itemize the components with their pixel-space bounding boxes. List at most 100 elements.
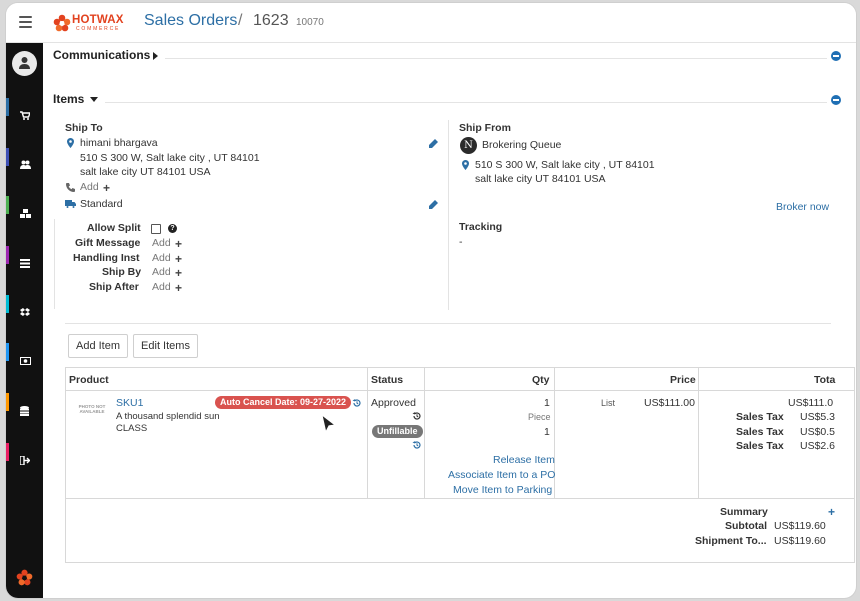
menu-icon[interactable] — [19, 16, 32, 28]
column-divider — [367, 368, 368, 498]
ship-to-label: Ship To — [65, 122, 103, 134]
truck-icon — [65, 200, 76, 208]
caret-down-icon — [90, 97, 98, 102]
associate-po-link[interactable]: Associate Item to a PO — [448, 469, 555, 481]
shipment-total-label: Shipment To... — [695, 535, 767, 547]
sign-out-icon[interactable] — [12, 450, 38, 472]
plus-icon[interactable]: + — [175, 282, 182, 294]
map-marker-icon — [67, 138, 74, 148]
divider — [105, 102, 827, 103]
gift-message-label: Gift Message — [75, 237, 141, 249]
section-title: Communications — [53, 48, 151, 62]
divider — [54, 219, 55, 309]
edit-items-button[interactable]: Edit Items — [133, 334, 198, 358]
map-marker-icon — [462, 160, 469, 170]
plus-icon[interactable]: + — [175, 253, 182, 265]
avatar[interactable] — [12, 51, 37, 76]
unfillable-badge: Unfillable — [372, 425, 423, 438]
add-item-button[interactable]: Add Item — [68, 334, 128, 358]
cart-icon[interactable] — [12, 105, 38, 127]
dropbox-icon[interactable] — [12, 302, 38, 324]
ship-from-facility: Brokering Queue — [482, 139, 562, 151]
allow-split-checkbox[interactable] — [151, 224, 161, 234]
logo-subtext: COMMERCE — [76, 26, 121, 32]
collapse-icon[interactable] — [831, 51, 841, 61]
database-icon[interactable] — [12, 400, 38, 422]
column-header-qty: Qty — [532, 374, 550, 386]
sidebar-accent — [6, 196, 9, 214]
flower-logo-icon — [53, 14, 71, 32]
external-order-id: 10070 — [296, 17, 324, 28]
broker-now-link[interactable]: Broker now — [776, 201, 829, 213]
edit-shipping-method-icon[interactable] — [428, 200, 438, 210]
sales-tax-label: Sales Tax — [736, 426, 784, 438]
phone-icon — [66, 183, 75, 192]
brand-logo[interactable]: HOTWAX COMMERCE — [53, 13, 123, 33]
sales-tax-label: Sales Tax — [736, 411, 784, 423]
sidebar-accent — [6, 295, 9, 313]
release-item-link[interactable]: Release Item — [493, 454, 555, 466]
money-icon[interactable] — [12, 351, 38, 373]
cubes-icon[interactable] — [12, 203, 38, 225]
item-qty: 1 — [544, 397, 550, 409]
shipment-total-value: US$119.60 — [774, 535, 826, 547]
sidebar-accent — [6, 148, 9, 166]
ship-to-name: himani bhargava — [80, 137, 158, 149]
gift-message-add[interactable]: Add — [152, 237, 171, 249]
sidebar-accent — [6, 343, 9, 361]
product-sku-link[interactable]: SKU1 — [116, 397, 143, 409]
plus-icon[interactable]: + — [103, 182, 110, 194]
subtotal-label: Subtotal — [725, 520, 767, 532]
user-icon — [19, 57, 30, 69]
ship-after-label: Ship After — [89, 281, 139, 293]
users-icon[interactable] — [12, 154, 38, 176]
history-icon[interactable] — [412, 440, 422, 450]
allow-split-label: Allow Split — [87, 222, 141, 234]
plus-icon[interactable]: + — [175, 267, 182, 279]
ship-from-label: Ship From — [459, 122, 511, 134]
product-class: CLASS — [116, 423, 148, 434]
items-section-header[interactable]: Items — [53, 92, 841, 112]
subtotal-value: US$119.60 — [774, 520, 826, 532]
plus-icon[interactable]: + — [175, 238, 182, 250]
history-icon[interactable] — [412, 411, 422, 421]
list-icon[interactable] — [12, 253, 38, 275]
add-phone-link[interactable]: Add — [80, 181, 99, 193]
divider — [65, 323, 831, 324]
ship-to-address-line1: 510 S 300 W, Salt lake city , UT 84101 — [80, 152, 260, 164]
ship-after-add[interactable]: Add — [152, 281, 171, 293]
sales-tax-label: Sales Tax — [736, 440, 784, 452]
section-title: Items — [53, 92, 85, 106]
edit-address-icon[interactable] — [428, 139, 438, 149]
column-header-product: Product — [69, 374, 109, 386]
collapse-icon[interactable] — [831, 95, 841, 105]
caret-right-icon — [153, 52, 158, 60]
history-icon[interactable] — [352, 398, 362, 408]
table-row-divider — [66, 498, 854, 499]
auto-cancel-badge: Auto Cancel Date: 09-27-2022 — [215, 396, 352, 409]
top-bar: HOTWAX COMMERCE Sales Orders / 1623 1007… — [6, 3, 856, 43]
sidebar — [6, 43, 43, 598]
add-adjustment-icon[interactable]: + — [828, 506, 835, 518]
question-circle-icon[interactable]: ? — [168, 224, 177, 233]
table-header-divider — [66, 390, 854, 391]
handling-inst-add[interactable]: Add — [152, 252, 171, 264]
column-header-total: Tota — [814, 374, 836, 386]
items-table: Product Status Qty Price Tota PHOTO NOT … — [65, 367, 855, 563]
item-price: US$111.00 — [644, 397, 695, 409]
sidebar-accent — [6, 393, 9, 411]
breadcrumb-order-id: 1623 — [253, 12, 289, 29]
sales-tax-value: US$5.3 — [800, 411, 836, 423]
facility-avatar: N — [460, 137, 477, 154]
sidebar-accent — [6, 443, 9, 461]
item-status: Approved — [371, 397, 416, 409]
column-header-status: Status — [371, 374, 404, 386]
column-divider — [698, 368, 699, 498]
ship-by-add[interactable]: Add — [152, 266, 171, 278]
communications-section-header[interactable]: Communications — [53, 48, 841, 68]
price-type: List — [601, 398, 616, 408]
item-total: US$111.0 — [788, 397, 834, 409]
breadcrumb-sales-orders[interactable]: Sales Orders — [144, 12, 237, 30]
ship-to-address-line2: salt lake city UT 84101 USA — [80, 166, 211, 178]
move-to-parking-link[interactable]: Move Item to Parking — [453, 484, 552, 496]
